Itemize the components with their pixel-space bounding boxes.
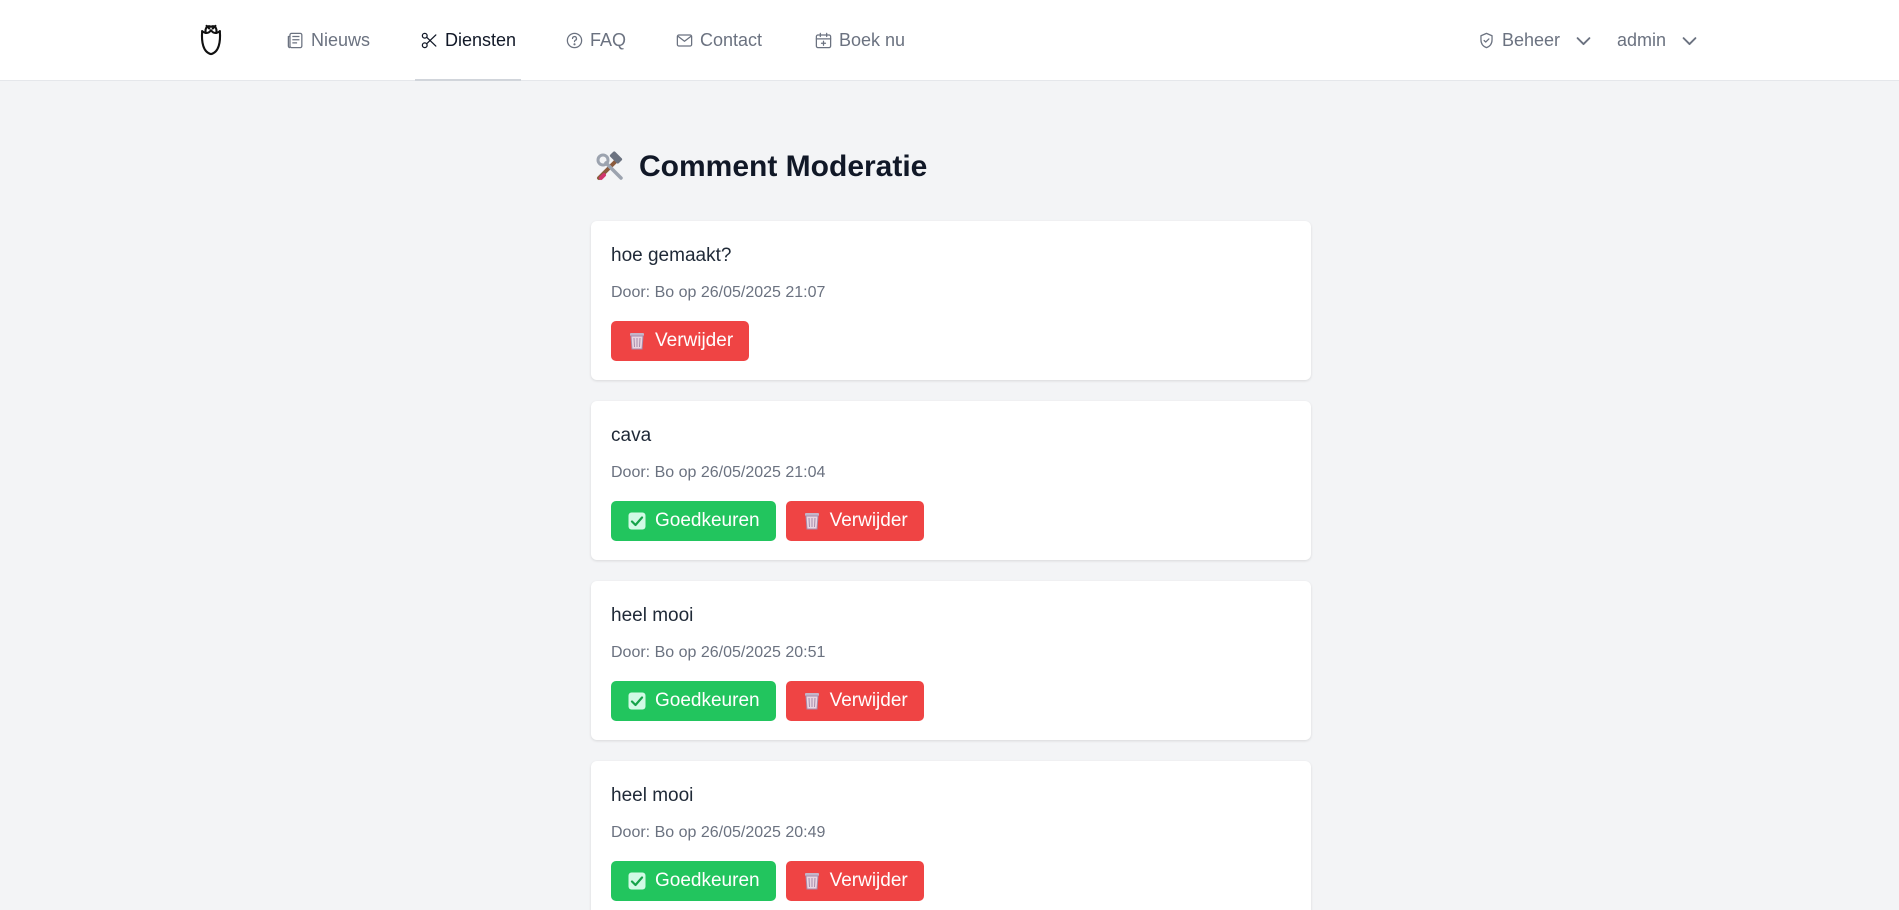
delete-label: Verwijder [829, 510, 908, 531]
delete-label: Verwijder [655, 330, 734, 351]
beheer-dropdown[interactable]: Beheer [1477, 0, 1593, 81]
user-dropdown[interactable]: admin [1617, 0, 1699, 81]
delete-button[interactable]: Verwijder [785, 861, 924, 901]
check-box-icon [628, 692, 646, 710]
comment-actions: Goedkeuren Verwijder [611, 861, 924, 901]
comment-text: cava [611, 425, 652, 446]
approve-label: Goedkeuren [655, 870, 760, 891]
approve-button[interactable]: Goedkeuren [611, 861, 776, 901]
nav-item-label: Nieuws [311, 30, 371, 50]
comment-card: heel mooi Door: Bo op 26/05/2025 20:51 G… [591, 581, 1311, 740]
nav-item-faq[interactable]: FAQ [565, 0, 626, 81]
comment-text: hoe gemaakt? [611, 245, 732, 266]
nav-item-boek-nu[interactable]: Boek nu [814, 0, 905, 81]
question-circle-icon [566, 32, 583, 49]
approve-label: Goedkeuren [655, 510, 760, 531]
logo-rose-icon[interactable] [194, 20, 228, 60]
delete-button[interactable]: Verwijder [785, 501, 924, 541]
beheer-label: Beheer [1502, 30, 1561, 50]
delete-button[interactable]: Verwijder [785, 681, 924, 721]
wastebasket-icon [804, 693, 819, 710]
chevron-down-icon [1682, 37, 1697, 46]
user-label: admin [1617, 30, 1667, 50]
delete-button[interactable]: Verwijder [611, 321, 750, 361]
approve-label: Goedkeuren [655, 690, 760, 711]
shield-check-icon [1480, 32, 1493, 49]
nav-item-label: Contact [700, 30, 763, 50]
approve-button[interactable]: Goedkeuren [611, 681, 776, 721]
nav-item-label: FAQ [590, 30, 627, 50]
comment-text: heel mooi [611, 785, 694, 806]
comment-card: hoe gemaakt? Door: Bo op 26/05/2025 21:0… [591, 221, 1311, 380]
comment-text: heel mooi [611, 605, 694, 626]
nav-item-nieuws[interactable]: Nieuws [286, 0, 370, 81]
comment-meta: Door: Bo op 26/05/2025 21:04 [611, 464, 826, 481]
nav-item-label: Boek nu [839, 30, 906, 50]
comment-meta: Door: Bo op 26/05/2025 20:49 [611, 824, 826, 841]
envelope-icon [676, 34, 693, 47]
wastebasket-icon [804, 873, 819, 890]
comment-actions: Goedkeuren Verwijder [611, 501, 924, 541]
nav-item-label: Diensten [445, 30, 517, 50]
check-box-icon [628, 512, 646, 530]
scissors-icon [421, 32, 437, 49]
comment-actions: Verwijder [611, 321, 750, 361]
nav-item-contact[interactable]: Contact [675, 0, 762, 81]
comment-card: heel mooi Door: Bo op 26/05/2025 20:49 G… [591, 761, 1311, 910]
delete-label: Verwijder [829, 690, 908, 711]
comment-card: cava Door: Bo op 26/05/2025 21:04 Goedke… [591, 401, 1311, 560]
check-box-icon [628, 872, 646, 890]
calendar-plus-icon [815, 32, 832, 49]
comment-actions: Goedkeuren Verwijder [611, 681, 924, 721]
page-title-text: Comment Moderatie [639, 150, 928, 183]
page-title: Comment Moderatie [593, 150, 927, 184]
delete-label: Verwijder [829, 870, 908, 891]
comment-meta: Door: Bo op 26/05/2025 21:07 [611, 284, 826, 301]
hammer-wrench-icon [596, 151, 623, 180]
wastebasket-icon [804, 513, 819, 530]
top-navbar: Nieuws Diensten FAQ Contact Boek nu Behe… [0, 0, 1899, 81]
newspaper-icon [287, 32, 303, 49]
comment-meta: Door: Bo op 26/05/2025 20:51 [611, 644, 826, 661]
nav-item-diensten[interactable]: Diensten [414, 0, 522, 81]
wastebasket-icon [630, 333, 644, 350]
chevron-down-icon [1576, 37, 1591, 46]
approve-button[interactable]: Goedkeuren [611, 501, 776, 541]
